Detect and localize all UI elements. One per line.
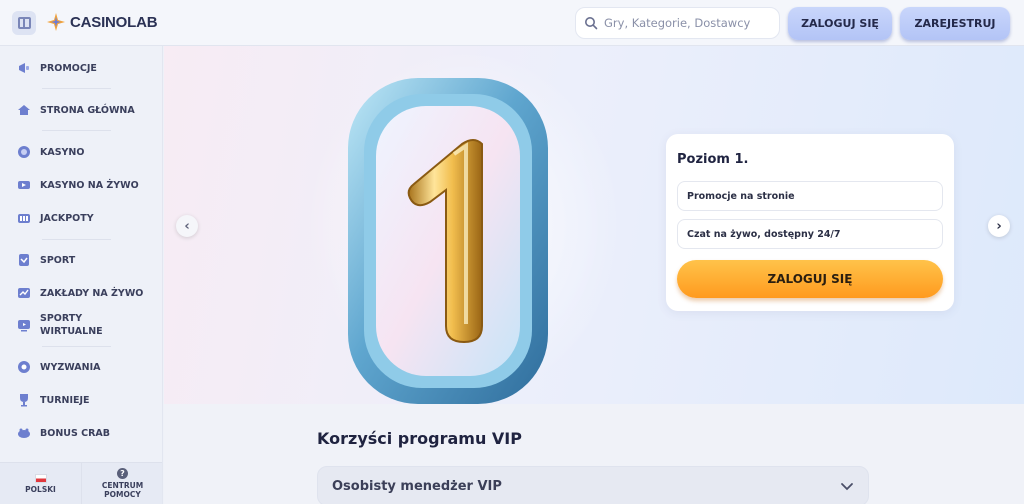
sidebar-toggle-button[interactable] <box>12 11 36 35</box>
sidebar-divider <box>42 88 111 89</box>
carousel-next-button[interactable]: › <box>988 215 1010 237</box>
chevron-left-icon: ‹ <box>184 218 190 234</box>
casinolab-logo[interactable]: CASINOLAB <box>46 12 158 32</box>
language-selector[interactable]: POLSKI <box>0 463 81 504</box>
sidebar-divider <box>42 239 111 240</box>
trophy-icon <box>16 392 32 408</box>
sidebar-item-bonus-crab[interactable]: BONUS CRAB <box>16 425 146 441</box>
logo-text: CASINOLAB <box>70 13 158 31</box>
sidebar-item-jackpoty[interactable]: JACKPOTY <box>16 210 146 226</box>
login-button[interactable]: ZALOGUJ SIĘ <box>788 7 892 40</box>
sidebar-item-label: WYZWANIA <box>40 361 101 373</box>
search-box[interactable] <box>575 7 780 39</box>
sidebar-item-turnieje[interactable]: TURNIEJE <box>16 392 146 408</box>
sidebar-item-label: BONUS CRAB <box>40 427 111 439</box>
sidebar-item-label: KASYNO <box>40 146 85 158</box>
vip-level-hero: ‹ › Poziom 1. Promocje na stronie Czat n… <box>164 46 1024 404</box>
sidebar-item-zaklady-na-zywo[interactable]: ZAKŁADY NA ŻYWO <box>16 285 146 301</box>
chevron-down-icon <box>841 483 853 491</box>
level-title: Poziom 1. <box>677 152 749 167</box>
vip-benefits-section: Korzyści programu VIP Osobisty menedżer … <box>164 404 1024 504</box>
sidebar-item-kasyno-na-zywo[interactable]: KASYNO NA ŻYWO <box>16 177 146 193</box>
sidebar-item-label: JACKPOTY <box>40 212 94 224</box>
sidebar-item-label: KASYNO NA ŻYWO <box>40 179 139 191</box>
sidebar-item-strona-glowna[interactable]: STRONA GŁÓWNA <box>16 102 146 118</box>
language-label: POLSKI <box>25 484 56 494</box>
carousel-prev-button[interactable]: ‹ <box>176 215 198 237</box>
live-bets-icon <box>16 285 32 301</box>
casino-chip-icon <box>16 144 32 160</box>
sidebar-item-kasyno[interactable]: KASYNO <box>16 144 146 160</box>
sidebar-item-label: PROMOCJE <box>40 62 97 74</box>
level-login-button[interactable]: ZALOGUJ SIĘ <box>677 260 943 298</box>
sidebar-item-label: TURNIEJE <box>40 394 90 406</box>
perk-item: Czat na żywo, dostępny 24/7 <box>677 219 943 249</box>
promo-megaphone-icon <box>16 60 32 76</box>
help-icon: ? <box>117 468 128 479</box>
sidebar-footer: POLSKI ? CENTRUM POMOCY <box>0 462 162 504</box>
sidebar-toggle-icon <box>17 17 31 29</box>
sidebar-item-sport[interactable]: SPORT <box>16 252 146 268</box>
vip-manager-accordion[interactable]: Osobisty menedżer VIP <box>317 466 869 504</box>
sidebar-item-label: SPORTY WIRTUALNE <box>40 313 103 337</box>
sidebar-item-sporty-wirtualne[interactable]: SPORTY WIRTUALNE <box>16 312 146 338</box>
search-icon <box>585 17 598 30</box>
logo-star-icon <box>47 13 65 31</box>
perk-item: Promocje na stronie <box>677 181 943 211</box>
search-input[interactable] <box>604 16 774 30</box>
poland-flag-icon <box>34 473 47 483</box>
sidebar-item-wyzwania[interactable]: WYZWANIA <box>16 359 146 375</box>
jackpot-icon <box>16 210 32 226</box>
level-one-badge <box>348 78 548 404</box>
virtual-sports-icon <box>16 317 32 333</box>
help-center-link[interactable]: ? CENTRUM POMOCY <box>81 463 162 504</box>
sidebar: PROMOCJE STRONA GŁÓWNA KASYNO KASYNO NA … <box>0 46 163 504</box>
sidebar-item-label: SPORT <box>40 254 76 266</box>
live-casino-icon <box>16 177 32 193</box>
chevron-right-icon: › <box>996 218 1002 234</box>
sidebar-divider <box>42 130 111 131</box>
help-center-label: CENTRUM POMOCY <box>101 481 144 499</box>
home-icon <box>16 102 32 118</box>
sport-icon <box>16 252 32 268</box>
sidebar-item-label: ZAKŁADY NA ŻYWO <box>40 287 144 299</box>
challenges-icon <box>16 359 32 375</box>
accordion-label: Osobisty menedżer VIP <box>332 478 502 494</box>
bonus-crab-icon <box>16 425 32 441</box>
top-header: CASINOLAB ZALOGUJ SIĘ ZAREJESTRUJ <box>0 0 1024 46</box>
register-button[interactable]: ZAREJESTRUJ <box>900 7 1010 40</box>
sidebar-divider <box>42 346 111 347</box>
level-card: Poziom 1. Promocje na stronie Czat na ży… <box>666 134 954 311</box>
vip-benefits-title: Korzyści programu VIP <box>317 429 522 448</box>
sidebar-item-label: STRONA GŁÓWNA <box>40 104 135 116</box>
sidebar-item-promocje[interactable]: PROMOCJE <box>16 60 146 76</box>
